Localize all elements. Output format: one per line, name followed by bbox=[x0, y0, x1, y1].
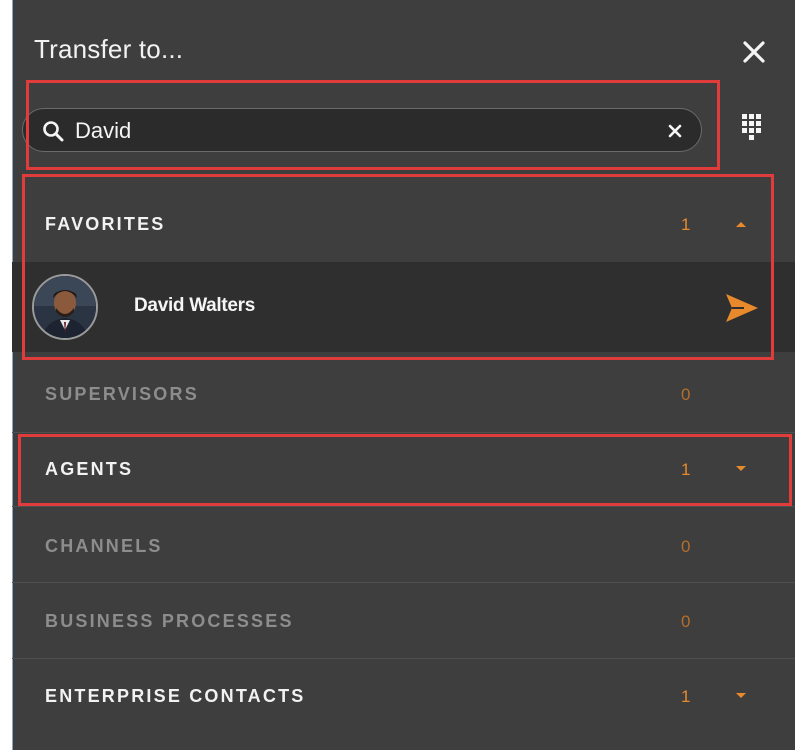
section-supervisors-count: 0 bbox=[681, 385, 691, 404]
section-channels-count: 0 bbox=[681, 537, 691, 556]
divider bbox=[12, 582, 795, 583]
divider bbox=[12, 432, 795, 433]
section-channels-label: CHANNELS bbox=[45, 536, 163, 556]
section-channels[interactable]: CHANNELS 0 bbox=[12, 508, 795, 582]
search-input[interactable] bbox=[73, 114, 637, 148]
section-favorites-label: FAVORITES bbox=[45, 214, 166, 234]
section-agents-count: 1 bbox=[681, 460, 691, 479]
search-box bbox=[22, 108, 702, 152]
divider bbox=[12, 658, 795, 659]
clear-icon bbox=[668, 124, 682, 138]
send-icon bbox=[726, 294, 758, 322]
transfer-send-button[interactable] bbox=[724, 292, 760, 324]
section-agents-label: AGENTS bbox=[45, 459, 134, 479]
close-icon bbox=[743, 41, 765, 63]
section-supervisors-label: SUPERVISORS bbox=[45, 384, 199, 404]
avatar bbox=[32, 274, 98, 340]
section-enterprise-contacts-count: 1 bbox=[681, 687, 691, 706]
search-icon bbox=[43, 121, 64, 142]
dialpad-button[interactable] bbox=[732, 108, 772, 152]
section-supervisors[interactable]: SUPERVISORS 0 bbox=[12, 358, 795, 430]
screenshot-frame: Transfer to... FAVORITES bbox=[0, 0, 795, 750]
section-enterprise-contacts[interactable]: ENTERPRISE CONTACTS 1 bbox=[12, 660, 795, 734]
person-avatar-image bbox=[34, 276, 96, 338]
section-business-processes-count: 0 bbox=[681, 612, 691, 631]
contact-name: David Walters bbox=[134, 295, 256, 316]
section-favorites-count: 1 bbox=[681, 215, 691, 234]
section-enterprise-contacts-label: ENTERPRISE CONTACTS bbox=[45, 686, 306, 706]
chevron-down-icon bbox=[736, 693, 746, 698]
dialpad-icon bbox=[742, 114, 761, 140]
chevron-down-icon bbox=[736, 466, 746, 471]
chevron-up-icon bbox=[736, 222, 746, 227]
close-button[interactable] bbox=[738, 36, 770, 68]
clear-search-button[interactable] bbox=[663, 119, 687, 143]
section-favorites[interactable]: FAVORITES 1 bbox=[12, 190, 795, 262]
section-business-processes[interactable]: BUSINESS PROCESSES 0 bbox=[12, 584, 795, 658]
divider bbox=[12, 506, 795, 507]
section-agents[interactable]: AGENTS 1 bbox=[12, 436, 795, 504]
favorite-contact-row[interactable]: David Walters bbox=[12, 262, 795, 352]
dialog-title: Transfer to... bbox=[34, 34, 184, 64]
section-business-processes-label: BUSINESS PROCESSES bbox=[45, 611, 294, 631]
